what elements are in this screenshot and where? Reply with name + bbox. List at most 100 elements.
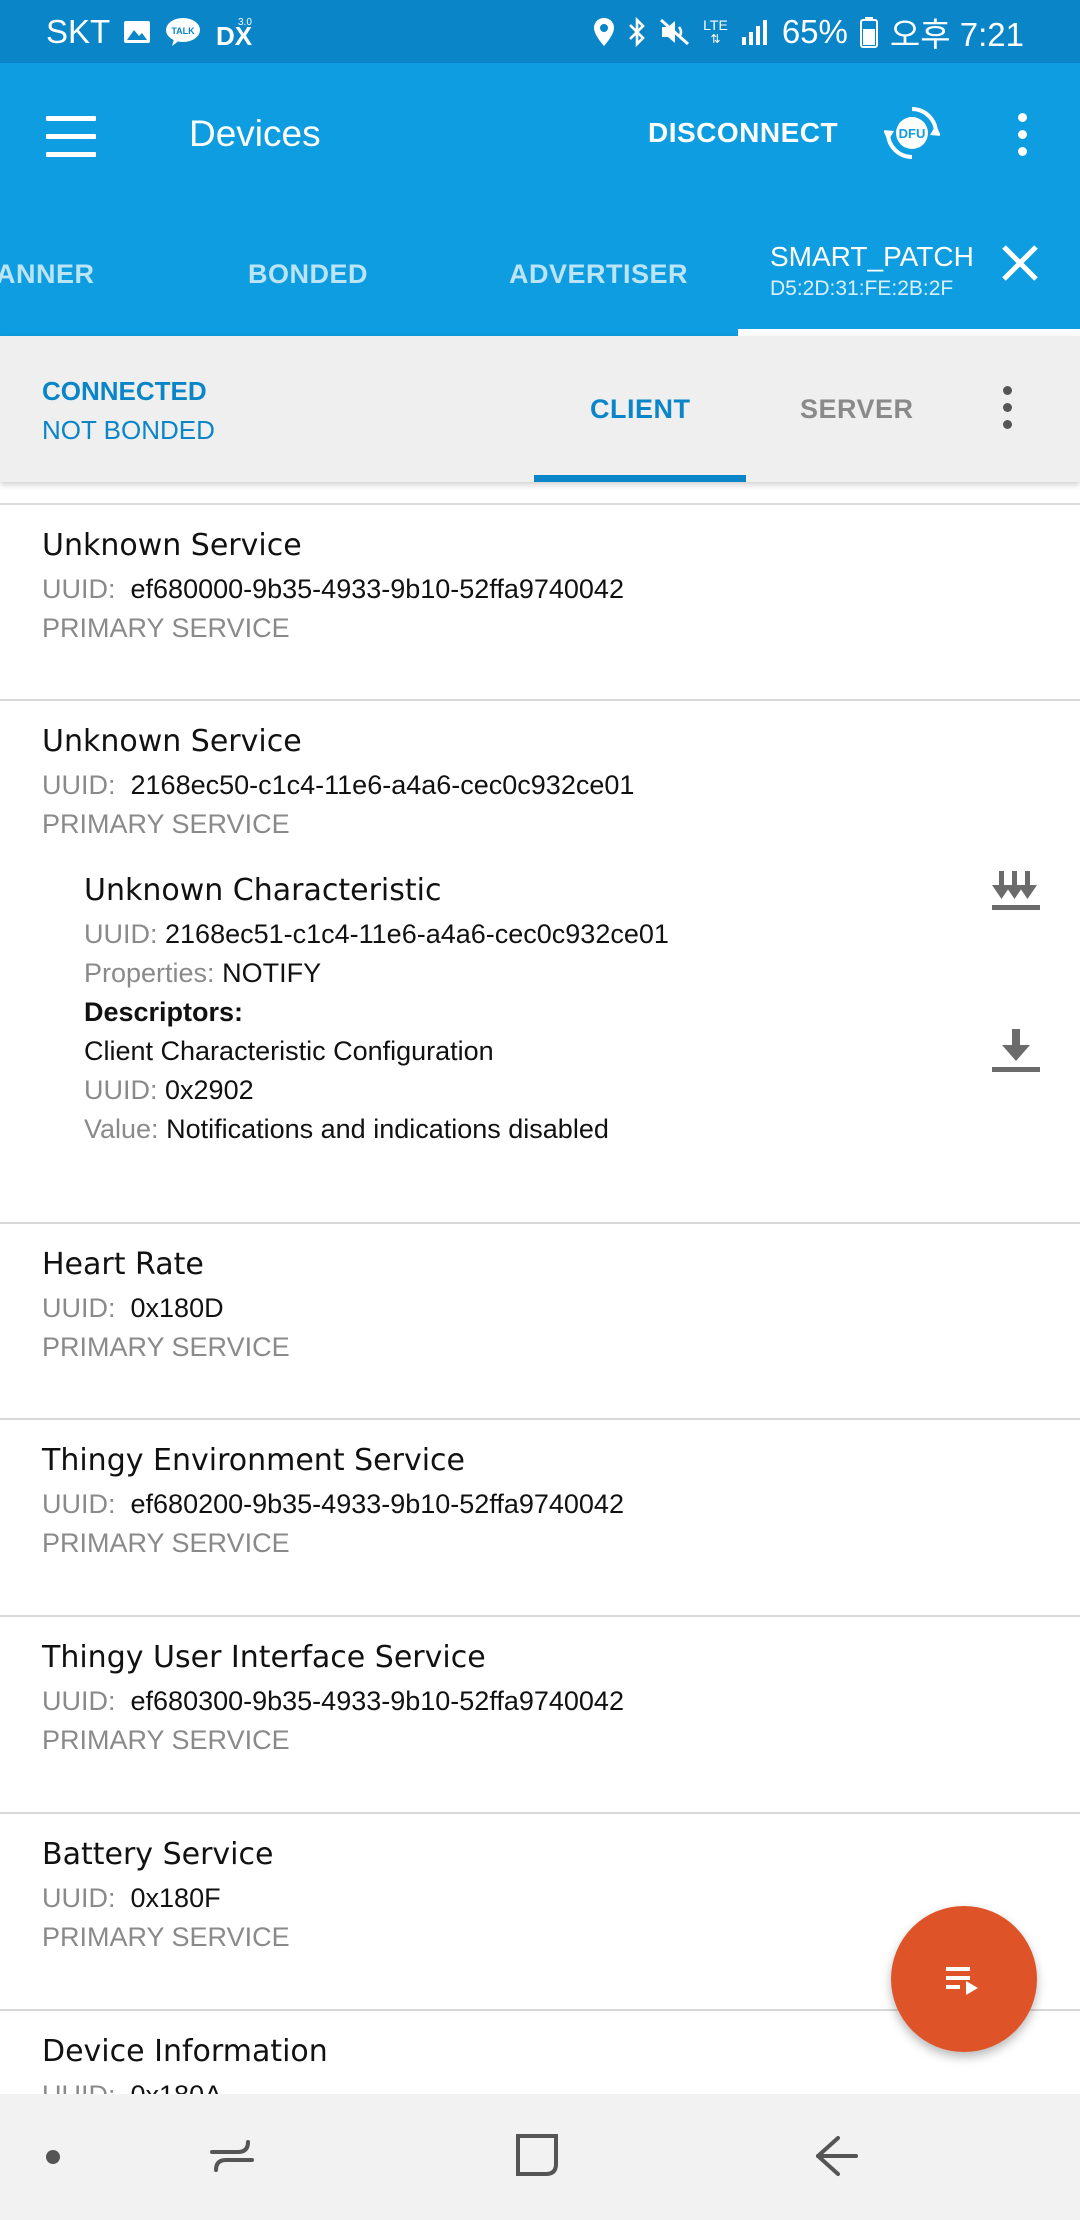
page-title: Devices bbox=[189, 113, 321, 154]
uuid-value: 0x180D bbox=[130, 1293, 224, 1323]
service-name: Unknown Service bbox=[42, 528, 302, 563]
location-icon bbox=[593, 14, 615, 50]
service-item[interactable]: Unknown Service UUID: ef680000-9b35-4933… bbox=[0, 482, 1080, 700]
service-type: PRIMARY SERVICE bbox=[42, 1332, 290, 1362]
talk-notification-icon: TALK bbox=[164, 14, 202, 50]
service-item[interactable]: Thingy User Interface Service UUID: ef68… bbox=[0, 1617, 1080, 1813]
descriptor-name: Client Characteristic Configuration bbox=[84, 1036, 494, 1066]
tab-bonded[interactable]: BONDED bbox=[248, 259, 368, 290]
menu-icon[interactable] bbox=[46, 116, 100, 158]
service-uuid: UUID: 2168ec50-c1c4-11e6-a4a6-cec0c932ce… bbox=[42, 770, 634, 801]
tab-smart-patch[interactable]: SMART_PATCH D5:2D:31:FE:2B:2F bbox=[738, 233, 1080, 336]
service-uuid: UUID: 0x180D bbox=[42, 1293, 224, 1324]
characteristic-uuid: UUID: 2168ec51-c1c4-11e6-a4a6-cec0c932ce… bbox=[84, 919, 669, 950]
service-type: PRIMARY SERVICE bbox=[42, 613, 290, 643]
read-descriptor-icon[interactable] bbox=[988, 1027, 1044, 1077]
service-name: Heart Rate bbox=[42, 1247, 204, 1282]
more-options-icon[interactable] bbox=[1010, 113, 1034, 163]
service-type: PRIMARY SERVICE bbox=[42, 809, 290, 839]
uuid-label: UUID: bbox=[84, 1075, 158, 1105]
clock: 오후 7:21 bbox=[889, 15, 1024, 53]
dfu-label: DFU bbox=[899, 126, 926, 141]
uuid-label: UUID: bbox=[42, 2080, 116, 2094]
network-type-icon: LTE ⇅ bbox=[703, 14, 728, 50]
close-icon[interactable] bbox=[998, 241, 1042, 285]
uuid-value: 2168ec51-c1c4-11e6-a4a6-cec0c932ce01 bbox=[165, 919, 669, 949]
characteristic-name: Unknown Characteristic bbox=[84, 873, 442, 908]
service-uuid: UUID: ef680200-9b35-4933-9b10-52ffa97400… bbox=[42, 1489, 624, 1520]
connection-state: CONNECTED bbox=[42, 376, 207, 406]
svg-text:3.0: 3.0 bbox=[238, 17, 252, 28]
service-name: Battery Service bbox=[42, 1837, 274, 1872]
recents-icon[interactable] bbox=[208, 2132, 256, 2180]
svg-text:TALK: TALK bbox=[172, 26, 196, 36]
log-fab-button[interactable] bbox=[891, 1906, 1037, 2052]
service-uuid: UUID: 0x180A bbox=[42, 2080, 222, 2094]
status-left: SKT TALK DX 3.0 bbox=[0, 13, 252, 51]
gallery-notification-icon bbox=[122, 14, 152, 50]
uuid-label: UUID: bbox=[42, 1883, 116, 1913]
services-list[interactable]: Unknown Service UUID: ef680000-9b35-4933… bbox=[0, 482, 1080, 2094]
service-item[interactable]: Thingy Environment Service UUID: ef68020… bbox=[0, 1420, 1080, 1616]
tab-scanner[interactable]: ANNER bbox=[0, 259, 95, 290]
tab-client[interactable]: CLIENT bbox=[590, 394, 691, 425]
nav-dot-icon[interactable] bbox=[44, 2148, 62, 2166]
service-name: Thingy Environment Service bbox=[42, 1443, 465, 1478]
service-name: Device Information bbox=[42, 2034, 328, 2069]
service-name: Unknown Service bbox=[42, 724, 302, 759]
uuid-label: UUID: bbox=[42, 574, 116, 604]
dex-notification-icon: DX 3.0 bbox=[214, 14, 252, 50]
descriptor-value: Value: Notifications and indications dis… bbox=[84, 1114, 609, 1145]
service-type: PRIMARY SERVICE bbox=[42, 1528, 290, 1558]
enable-notifications-icon[interactable] bbox=[988, 869, 1044, 919]
uuid-value: 0x180F bbox=[130, 1883, 221, 1913]
properties-label: Properties: bbox=[84, 958, 215, 988]
navigation-bar bbox=[0, 2094, 1080, 2220]
service-type: PRIMARY SERVICE bbox=[42, 1725, 290, 1755]
service-uuid: UUID: ef680300-9b35-4933-9b10-52ffa97400… bbox=[42, 1686, 624, 1717]
descriptors-heading: Descriptors: bbox=[84, 997, 244, 1027]
service-type: PRIMARY SERVICE bbox=[42, 1922, 290, 1952]
uuid-value: ef680000-9b35-4933-9b10-52ffa9740042 bbox=[130, 574, 624, 604]
service-item[interactable]: Heart Rate UUID: 0x180D PRIMARY SERVICE bbox=[0, 1224, 1080, 1418]
network-type-label: LTE bbox=[703, 16, 728, 33]
characteristic-item[interactable]: Unknown Characteristic UUID: 2168ec51-c1… bbox=[0, 871, 1080, 1144]
back-icon[interactable] bbox=[812, 2132, 862, 2180]
signal-icon bbox=[740, 14, 770, 50]
device-tabs: ANNER BONDED ADVERTISER SMART_PATCH D5:2… bbox=[0, 233, 1080, 336]
home-icon[interactable] bbox=[512, 2130, 562, 2180]
service-uuid: UUID: 0x180F bbox=[42, 1883, 221, 1914]
properties-value: NOTIFY bbox=[222, 958, 322, 988]
value-label: Value: bbox=[84, 1114, 159, 1144]
playlist-play-icon bbox=[946, 1967, 978, 1995]
uuid-value: ef680300-9b35-4933-9b10-52ffa9740042 bbox=[130, 1686, 624, 1716]
tab-device-name: SMART_PATCH bbox=[770, 241, 974, 272]
tab-indicator bbox=[738, 329, 1080, 336]
tab-advertiser[interactable]: ADVERTISER bbox=[509, 259, 688, 290]
uuid-label: UUID: bbox=[42, 1293, 116, 1323]
connection-more-icon[interactable] bbox=[1000, 386, 1014, 434]
app-bar: Devices DISCONNECT DFU ANNER BONDED ADVE… bbox=[0, 63, 1080, 336]
data-arrows: ⇅ bbox=[710, 31, 721, 46]
value-text: Notifications and indications disabled bbox=[166, 1114, 609, 1144]
service-item[interactable]: Unknown Service UUID: 2168ec50-c1c4-11e6… bbox=[0, 701, 1080, 873]
service-name: Thingy User Interface Service bbox=[42, 1640, 486, 1675]
bluetooth-icon bbox=[627, 14, 647, 50]
tab-server[interactable]: SERVER bbox=[800, 394, 914, 425]
uuid-label: UUID: bbox=[42, 1489, 116, 1519]
tab-device-address: D5:2D:31:FE:2B:2F bbox=[770, 277, 954, 300]
carrier-label: SKT bbox=[46, 12, 111, 50]
uuid-value: 0x180A bbox=[131, 2080, 223, 2094]
client-tab-indicator bbox=[534, 475, 746, 482]
dfu-icon[interactable]: DFU bbox=[883, 105, 941, 161]
disconnect-button[interactable]: DISCONNECT bbox=[648, 117, 838, 149]
battery-icon bbox=[859, 14, 878, 50]
status-right: LTE ⇅ 65% 오후 7:21 bbox=[593, 8, 1080, 56]
connection-bar: CONNECTED NOT BONDED CLIENT SERVER bbox=[0, 336, 1080, 482]
mute-icon bbox=[659, 14, 691, 50]
uuid-value: 0x2902 bbox=[165, 1075, 254, 1105]
uuid-label: UUID: bbox=[42, 1686, 116, 1716]
battery-percent: 65% bbox=[781, 12, 848, 50]
uuid-label: UUID: bbox=[84, 919, 158, 949]
uuid-value: ef680200-9b35-4933-9b10-52ffa9740042 bbox=[130, 1489, 624, 1519]
